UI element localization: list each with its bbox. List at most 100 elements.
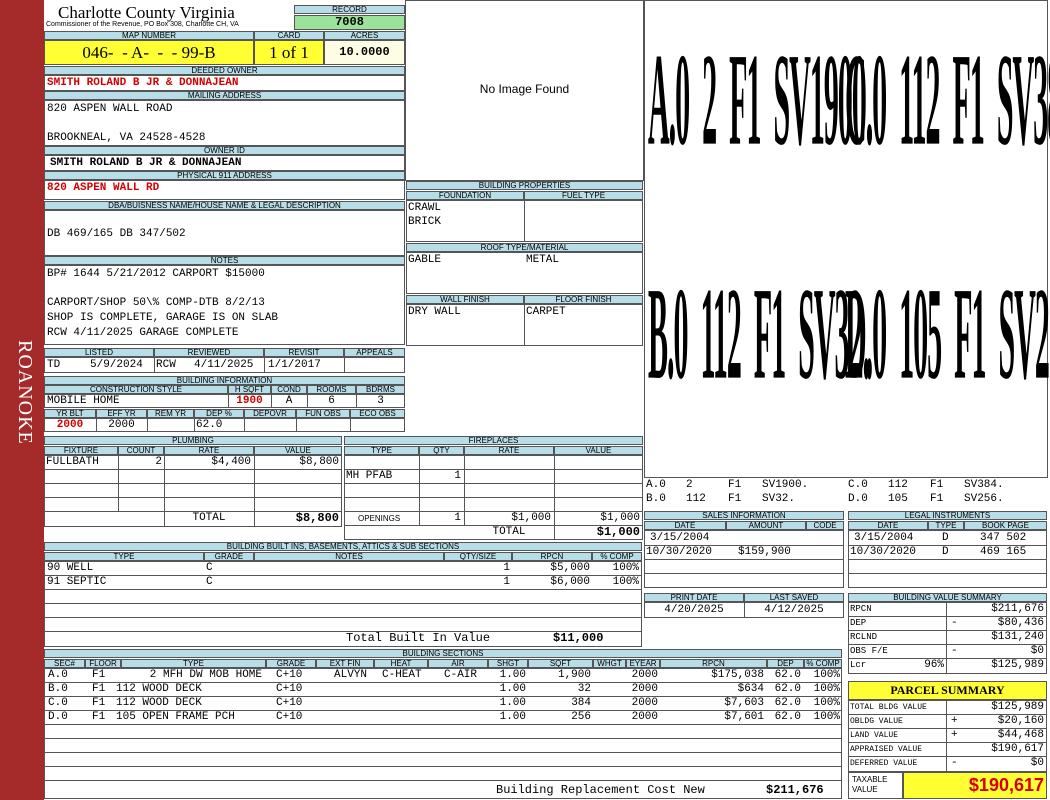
ps-value-3: $44,468 <box>997 729 1044 741</box>
appeals-header: APPEALS <box>344 348 405 357</box>
type-a: 2 MFH DW MOB HOME <box>149 669 262 681</box>
sqft-a: 1,900 <box>557 669 591 681</box>
dep-col-header: DEP <box>767 659 804 668</box>
acres-value: 10.0000 <box>324 40 405 65</box>
ps-label-3: LAND VALUE <box>850 731 899 740</box>
yrblt-header: YR BLT <box>44 409 96 418</box>
type-c: 112 WOOD DECK <box>116 697 202 709</box>
effective-year: 2000 <box>108 419 135 431</box>
vs-value-4: $0 <box>1030 645 1044 657</box>
listed-by: TD <box>47 359 61 371</box>
dep-c: 62.0 <box>774 697 801 709</box>
bi-rpcn-2: $6,000 <box>550 576 590 588</box>
fireplace-qty: 1 <box>454 470 461 482</box>
type-d: 105 OPEN FRAME PCH <box>116 711 235 723</box>
sidebar-label: ROANOKE <box>14 340 36 445</box>
sqft-c: 384 <box>571 697 591 709</box>
floor-finish: CARPET <box>526 306 566 318</box>
sqft-b: 32 <box>577 683 591 695</box>
key-c-sec: C.0 <box>848 479 868 491</box>
sqft-d: 256 <box>571 711 591 723</box>
remyr-header: REM YR <box>147 409 194 418</box>
plumbing-total: $8,800 <box>295 511 339 525</box>
taxable-value: $190,617 <box>903 772 1047 799</box>
bi-grade-1: C <box>206 562 213 574</box>
bi-grade-2: C <box>206 576 213 588</box>
print-date: 4/20/2025 <box>664 604 724 616</box>
card-header: CARD <box>254 31 324 40</box>
floor-d: F1 <box>92 711 106 723</box>
roof-box <box>406 252 643 294</box>
revisit-header: REVISIT <box>264 348 344 357</box>
li-type-1: D <box>942 532 949 544</box>
ps-label-5: DEFERRED VALUE <box>850 759 918 768</box>
cond-header: COND <box>271 385 307 394</box>
building-info-header: BUILDING INFORMATION <box>44 376 405 385</box>
floor-col-header: FLOOR <box>85 659 121 668</box>
card-number: 1 of 1 <box>254 40 324 65</box>
bi-comp-header: % COMP <box>592 552 642 561</box>
grade-b: C+10 <box>276 683 303 695</box>
owner-id: SMITH ROLAND B JR & DONNAJEAN <box>50 157 242 169</box>
style-header: CONSTRUCTION STYLE <box>44 385 228 394</box>
whgt-col-header: WHGT <box>593 659 626 668</box>
building-props-header: BUILDING PROPERTIES <box>406 181 643 190</box>
ps-value-1: $125,989 <box>991 701 1044 713</box>
hsqft: 1900 <box>236 395 263 407</box>
grade-d: C+10 <box>276 711 303 723</box>
county-title: Charlotte County Virginia <box>58 3 235 22</box>
mailing-line-2: BROOKNEAL, VA 24528-4528 <box>47 132 206 144</box>
fp-qty-header: QTY <box>419 446 464 455</box>
record-value: 7008 <box>294 15 405 30</box>
extfin-col-header: EXT FIN <box>316 659 374 668</box>
rpcn-a: $175,038 <box>711 669 764 681</box>
fp-value-header: VALUE <box>554 446 643 455</box>
no-image-text: No Image Found <box>479 82 570 96</box>
bi-comp-1: 100% <box>612 562 639 574</box>
map-number: 046- - A- - - 99-B <box>44 40 254 65</box>
roof-header: ROOF TYPE/MATERIAL <box>406 243 643 252</box>
type-b: 112 WOOD DECK <box>116 683 202 695</box>
fireplace-total: $1,000 <box>596 525 640 539</box>
sales-date-header: DATE <box>644 521 726 530</box>
vs-label-2: DEP <box>850 618 867 628</box>
key-b-floor: F1 <box>728 493 742 505</box>
plumbing-total-label: TOTAL <box>192 512 226 524</box>
fixture-header: FIXTURE <box>44 446 118 455</box>
notes-line-1: BP# 1644 5/21/2012 CARPORT $15000 <box>47 268 265 280</box>
sales-amount-header: AMOUNT <box>726 521 806 530</box>
rooms-header: ROOMS <box>307 385 356 394</box>
effyr-header: EFF YR <box>96 409 147 418</box>
reviewed-date: 4/11/2025 <box>194 359 254 371</box>
sketch-label-c: C.0 112 F1 SV384. <box>845 29 1050 175</box>
roof-type: GABLE <box>408 254 442 266</box>
key-b-sec: B.0 <box>646 493 666 505</box>
construction-style: MOBILE HOME <box>47 395 120 407</box>
parcel-summary-header: PARCEL SUMMARY <box>848 681 1047 700</box>
acres-header: ACRES <box>324 31 405 40</box>
plumbing-header: PLUMBING <box>44 436 342 445</box>
last-saved-header: LAST SAVED <box>744 593 844 602</box>
grade-a: C+10 <box>276 669 303 681</box>
built-in-total-label: Total Built In Value <box>346 631 491 645</box>
key-a-num: 2 <box>686 479 693 491</box>
reviewed-by: RCW <box>156 359 176 371</box>
bi-qty-1: 1 <box>503 562 510 574</box>
notes-line-3: SHOP IS COMPLETE, GARAGE IS ON SLAB <box>47 312 279 324</box>
bi-type-2: 91 SEPTIC <box>47 576 107 588</box>
notes-line-2: CARPORT/SHOP 50\% COMP-DTB 8/2/13 <box>47 297 265 309</box>
ps-value-5: $0 <box>1030 757 1044 769</box>
fireplace-type: MH PFAB <box>346 470 393 482</box>
vs-pct-5: 96% <box>924 659 944 671</box>
comp-a: 100% <box>813 669 840 681</box>
key-d-floor: F1 <box>930 493 944 505</box>
type-col-header: TYPE <box>121 659 266 668</box>
sec-header: SEC# <box>44 659 85 668</box>
ecoobs-header: ECO OBS <box>350 409 405 418</box>
fireplaces-header: FIREPLACES <box>344 436 643 445</box>
sale-date-2: 10/30/2020 <box>646 546 713 558</box>
year-built: 2000 <box>56 419 84 431</box>
commissioner-text: Commissioner of the Revenue, PO Box 308,… <box>46 21 239 28</box>
bdrms-header: BDRMS <box>356 385 405 394</box>
replacement-cost-label: Building Replacement Cost New <box>496 783 705 797</box>
